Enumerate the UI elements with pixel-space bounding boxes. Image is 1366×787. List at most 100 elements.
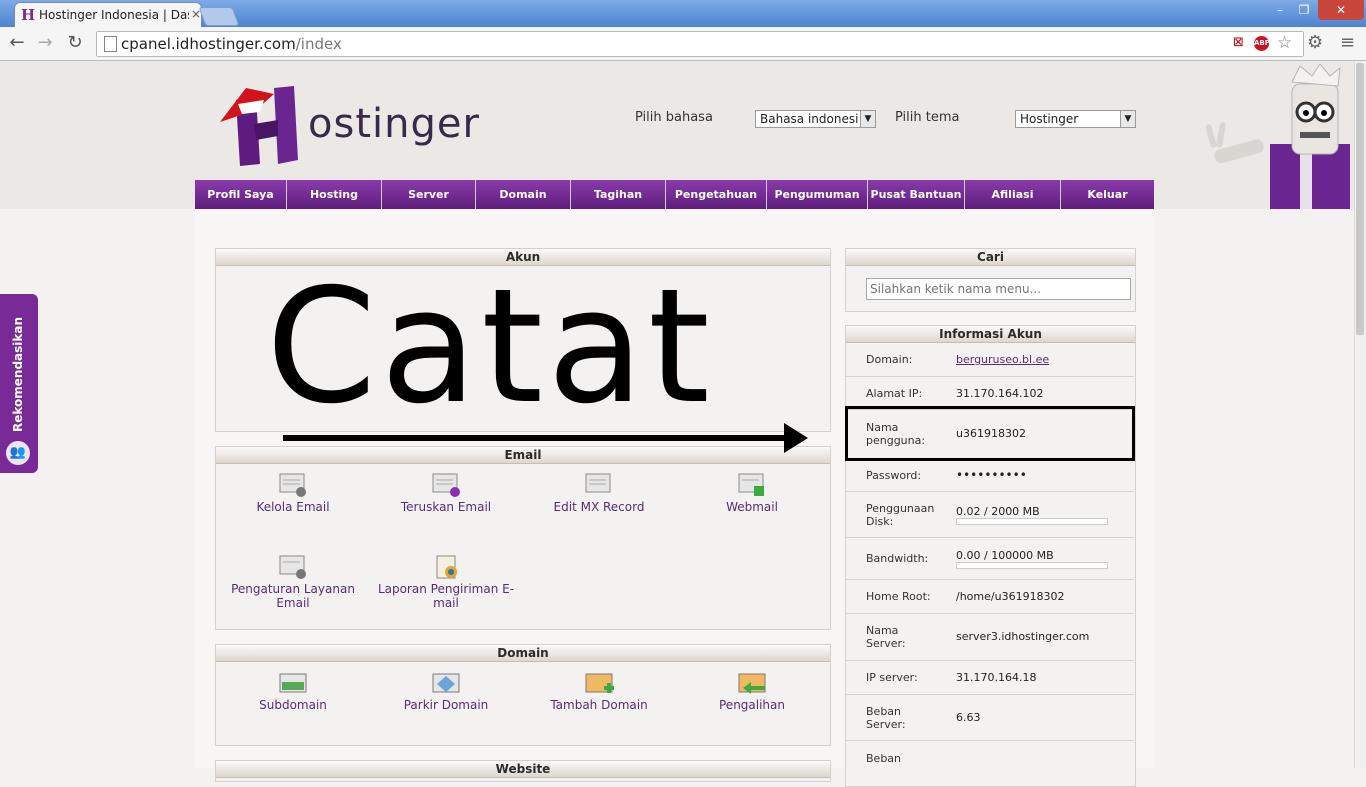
chevron-down-icon: ▼: [860, 111, 875, 127]
website-panel: Website: [215, 760, 831, 782]
language-label: Pilih bahasa: [635, 110, 713, 125]
annotation-arrow-head-icon: [784, 423, 808, 453]
info-key: IP server:: [866, 671, 918, 684]
webmail-icon: [738, 473, 764, 496]
nav-pengetahuan[interactable]: Pengetahuan: [666, 180, 767, 209]
minimize-button[interactable]: –: [1268, 0, 1292, 20]
username-highlight-box: [845, 406, 1135, 461]
reload-icon[interactable]: ↻: [64, 33, 86, 55]
search-title: Cari: [846, 249, 1135, 266]
people-icon: 👥: [6, 441, 30, 465]
email-settings-icon: [279, 555, 306, 579]
nav-domain[interactable]: Domain: [476, 180, 571, 209]
rekomendasikan-side-tab[interactable]: Rekomendasikan 👥: [0, 294, 38, 473]
catat-annotation: Catat: [266, 255, 714, 439]
email-title: Email: [216, 447, 830, 464]
bookmark-star-icon[interactable]: ☆: [1277, 33, 1292, 53]
teruskan-email-tile[interactable]: Teruskan Email: [371, 472, 521, 514]
forward-arrow-icon[interactable]: →: [34, 33, 56, 55]
address-bar[interactable]: cpanel.idhostinger.com/index ⊠ ABP ☆: [96, 31, 1304, 57]
info-value: 31.170.164.18: [956, 671, 1037, 684]
theme-label: Pilih tema: [895, 110, 960, 125]
tile-label: Laporan Pengiriman E-mail: [377, 582, 515, 610]
nav-pusat-bantuan[interactable]: Pusat Bantuan: [868, 180, 965, 209]
info-row-password: Password: ••••••••••: [846, 459, 1134, 492]
info-key: Penggunaan Disk:: [866, 502, 935, 528]
nav-server[interactable]: Server: [382, 180, 476, 209]
info-key: Beban Server:: [866, 705, 906, 731]
hostinger-logo-h-icon: [220, 86, 298, 166]
email-manage-icon: [279, 473, 306, 497]
info-key: Password:: [866, 469, 922, 482]
info-value: /home/u361918302: [956, 590, 1065, 603]
bandwidth-progress-bar: [956, 562, 1108, 569]
info-row-home-root: Home Root: /home/u361918302: [846, 580, 1134, 614]
add-domain-icon: [585, 673, 614, 693]
nav-pengumuman[interactable]: Pengumuman: [767, 180, 868, 209]
hostinger-logo[interactable]: ostinger: [216, 80, 516, 170]
adblock-icon[interactable]: ABP: [1254, 36, 1270, 51]
info-row-disk: Penggunaan Disk: 0.02 / 2000 MB: [846, 492, 1134, 538]
kelola-email-tile[interactable]: Kelola Email: [218, 472, 368, 514]
blocked-popup-icon[interactable]: ⊠: [1233, 35, 1244, 50]
info-key: Bandwidth:: [866, 552, 929, 565]
nav-hosting[interactable]: Hosting: [287, 180, 382, 209]
subdomain-icon: [279, 673, 307, 693]
language-select[interactable]: Bahasa indonesi ▼: [755, 110, 876, 128]
info-key: Nama Server:: [866, 624, 906, 650]
info-row-server-ip: IP server: 31.170.164.18: [846, 661, 1134, 695]
nav-tagihan[interactable]: Tagihan: [571, 180, 666, 209]
scrollbar-thumb[interactable]: [1356, 63, 1364, 335]
pengaturan-layanan-email-tile[interactable]: Pengaturan Layanan Email: [218, 554, 368, 610]
nav-profil-saya[interactable]: Profil Saya: [195, 180, 287, 209]
info-value: 31.170.164.102: [956, 387, 1044, 400]
tile-label: Pengaturan Layanan Email: [231, 582, 355, 610]
maximize-button[interactable]: ❐: [1292, 0, 1316, 20]
back-arrow-icon[interactable]: ←: [6, 33, 28, 55]
edit-mx-record-tile[interactable]: Edit MX Record: [524, 472, 674, 514]
info-row-bandwidth: Bandwidth: 0.00 / 100000 MB: [846, 538, 1134, 580]
website-title: Website: [216, 761, 830, 778]
info-value: 0.02 / 2000 MB: [956, 505, 1040, 518]
tile-label: Kelola Email: [256, 500, 330, 514]
tambah-domain-tile[interactable]: Tambah Domain: [524, 670, 674, 712]
new-tab-button[interactable]: [198, 7, 240, 26]
theme-select[interactable]: Hostinger ▼: [1015, 110, 1136, 128]
extension-gear-icon[interactable]: ⚙: [1307, 32, 1323, 53]
chevron-down-icon: ▼: [1120, 111, 1135, 127]
tile-label: Edit MX Record: [553, 500, 645, 514]
annotation-arrow-line: [283, 435, 788, 441]
info-row-server-name: Nama Server: server3.idhostinger.com: [846, 614, 1134, 661]
browser-tab-strip: H Hostinger Indonesia | Dasl × – ❐ ✕: [0, 0, 1366, 28]
mascot-robot-image: [1205, 64, 1350, 209]
nav-keluar[interactable]: Keluar: [1061, 180, 1154, 209]
domain-link[interactable]: berguruseo.bl.ee: [956, 353, 1049, 366]
tab-title: Hostinger Indonesia | Dasl: [39, 8, 189, 22]
info-key: Beban: [866, 752, 902, 765]
pengalihan-tile[interactable]: Pengalihan: [677, 670, 827, 712]
close-window-button[interactable]: ✕: [1318, 0, 1364, 20]
email-forward-icon: [432, 473, 460, 497]
tile-label: Subdomain: [259, 698, 327, 712]
domain-title: Domain: [216, 645, 830, 662]
page-icon: [104, 36, 117, 52]
subdomain-tile[interactable]: Subdomain: [218, 670, 368, 712]
tile-label: Parkir Domain: [403, 698, 489, 712]
info-value: berguruseo.bl.ee: [956, 353, 1049, 366]
parkir-domain-tile[interactable]: Parkir Domain: [371, 670, 521, 712]
menu-search-input[interactable]: [866, 278, 1131, 300]
info-value: 6.63: [956, 711, 981, 724]
info-row-partial: Beban: [846, 741, 1134, 771]
menu-icon[interactable]: ≡: [1340, 32, 1355, 53]
info-key: Domain:: [866, 353, 913, 366]
tile-label: Webmail: [726, 500, 778, 514]
info-value: ••••••••••: [956, 468, 1027, 482]
browser-tab[interactable]: H Hostinger Indonesia | Dasl ×: [14, 2, 202, 28]
nav-afiliasi[interactable]: Afiliasi: [965, 180, 1061, 209]
webmail-tile[interactable]: Webmail: [677, 472, 827, 514]
tile-label: Teruskan Email: [400, 500, 492, 514]
mx-record-icon: [585, 473, 611, 493]
laporan-pengiriman-email-tile[interactable]: Laporan Pengiriman E-mail: [371, 554, 521, 610]
side-tab-label: Rekomendasikan: [11, 316, 25, 432]
redirect-icon: [738, 673, 766, 694]
